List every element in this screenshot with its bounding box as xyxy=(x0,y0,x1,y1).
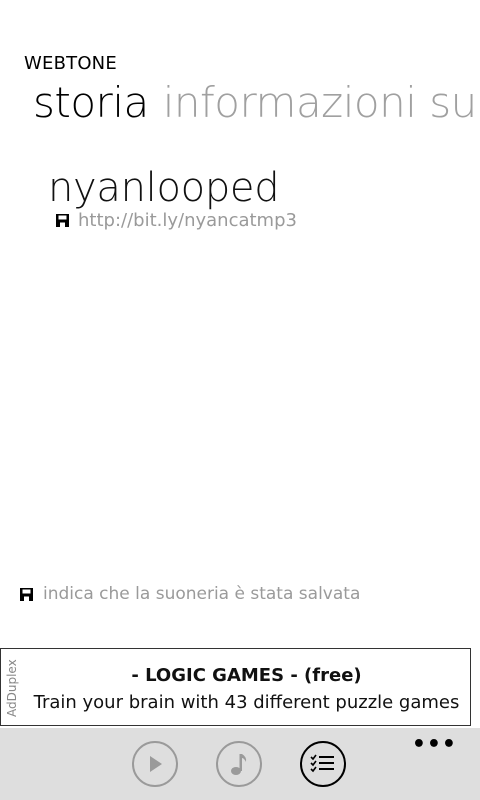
play-icon xyxy=(150,756,162,772)
ad-title: - LOGIC GAMES - (free) xyxy=(131,665,362,686)
ad-provider-label: AdDuplex xyxy=(5,659,19,717)
ringtone-title: nyanlooped xyxy=(48,165,280,211)
more-options-button[interactable]: ••• xyxy=(412,732,457,757)
play-button[interactable] xyxy=(132,741,178,787)
saved-legend: indica che la suoneria è stata salvata xyxy=(20,584,360,604)
pivot-tab-storia[interactable]: storia xyxy=(33,78,149,127)
application-bar: ••• xyxy=(0,728,480,800)
ringtone-url: http://bit.ly/nyancatmp3 xyxy=(78,210,297,231)
pivot-tab-informazioni[interactable]: informazioni su xyxy=(163,78,478,127)
app-page: WEBTONE storiainformazioni sus nyanloope… xyxy=(0,0,480,800)
music-note-icon xyxy=(231,754,247,775)
save-icon xyxy=(56,214,69,227)
pivot-headers: storiainformazioni sus xyxy=(33,78,480,127)
app-title: WEBTONE xyxy=(24,53,117,74)
history-list-item[interactable]: nyanlooped http://bit.ly/nyancatmp3 xyxy=(48,162,297,231)
ad-text: Train your brain with 43 different puzzl… xyxy=(33,692,460,713)
save-icon xyxy=(20,587,33,601)
checklist-icon xyxy=(310,754,334,773)
ad-banner[interactable]: AdDuplex - LOGIC GAMES - (free) Train yo… xyxy=(0,648,471,726)
ringtones-button[interactable] xyxy=(216,741,262,787)
legend-text: indica che la suoneria è stata salvata xyxy=(43,584,361,604)
ringtone-subtitle: http://bit.ly/nyancatmp3 xyxy=(56,210,297,231)
history-button[interactable] xyxy=(300,741,346,787)
